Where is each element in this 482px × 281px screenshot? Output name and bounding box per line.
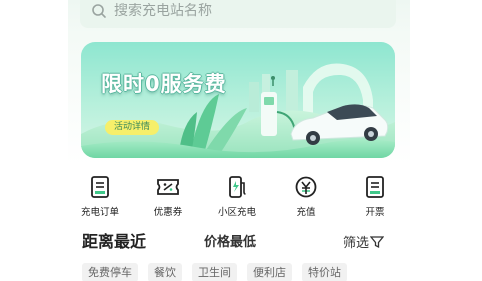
action-charging-orders[interactable]: 充电订单	[68, 174, 132, 222]
action-community-charging[interactable]: 小区充电	[205, 174, 269, 222]
filter-tags: 免费停车 餐饮 卫生间 便利店 特价站	[82, 263, 357, 281]
sort-tab-distance[interactable]: 距离最近	[82, 228, 147, 254]
right-gutter	[410, 0, 482, 281]
invoice-icon	[366, 176, 384, 198]
app-viewport: 限时0服务费 活动详情 充电订单	[0, 0, 482, 281]
tag-free-parking[interactable]: 免费停车	[82, 263, 138, 281]
action-coupons[interactable]: 优惠券	[136, 174, 200, 222]
action-label: 优惠券	[153, 207, 183, 218]
action-label: 小区充电	[217, 207, 256, 218]
tag-special-price-station[interactable]: 特价站	[302, 263, 347, 281]
action-label: 充电订单	[80, 207, 119, 218]
yuan-icon	[295, 176, 317, 198]
banner-illustration	[81, 63, 395, 158]
order-icon	[91, 176, 109, 198]
sort-bar: 距离最近 价格最低 筛选	[68, 228, 410, 254]
banner-title: 限时0服务费	[101, 72, 227, 96]
action-label: 开票	[365, 207, 385, 218]
filter-label: 筛选	[342, 236, 369, 251]
action-label: 充值	[296, 207, 316, 218]
search-input[interactable]	[114, 3, 374, 19]
action-top-up[interactable]: 充值	[274, 174, 338, 222]
left-gutter	[0, 0, 68, 281]
filter-button[interactable]: 筛选	[343, 232, 384, 251]
sort-tab-price-label: 价格最低	[204, 235, 257, 250]
search-bar[interactable]	[80, 0, 396, 28]
promo-banner[interactable]: 限时0服务费 活动详情	[81, 42, 395, 158]
tag-dining[interactable]: 餐饮	[148, 263, 182, 281]
quick-actions: 充电订单 优惠券 小区充电 充值 开票	[68, 174, 410, 224]
banner-cta-button[interactable]: 活动详情	[105, 120, 160, 135]
action-invoice[interactable]: 开票	[343, 174, 407, 222]
sort-tab-distance-label: 距离最近	[82, 232, 147, 251]
mobile-screen: 限时0服务费 活动详情 充电订单	[68, 0, 410, 281]
charging-pile-icon	[229, 176, 246, 198]
search-icon	[90, 2, 108, 20]
sort-tab-price[interactable]: 价格最低	[204, 231, 256, 250]
tag-convenience-store[interactable]: 便利店	[247, 263, 292, 281]
tag-restroom[interactable]: 卫生间	[192, 263, 237, 281]
coupon-icon	[157, 179, 179, 195]
filter-icon	[370, 235, 384, 248]
